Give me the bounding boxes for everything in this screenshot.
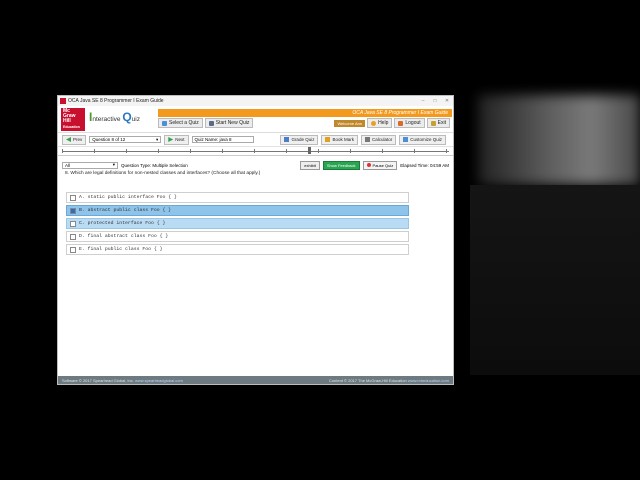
exit-icon xyxy=(430,120,436,126)
app-icon xyxy=(60,98,66,104)
mheducation-link[interactable]: www.mheducation.com xyxy=(408,378,449,383)
background-shadow xyxy=(470,185,640,375)
footer-left: Software © 2017 Spearhead Global, Inc. w… xyxy=(62,377,183,383)
book-mark-button[interactable]: Book Mark xyxy=(321,134,358,145)
help-icon xyxy=(371,120,377,126)
question-filter-select[interactable]: All ▾ xyxy=(62,161,118,169)
quiz-name-field: Quiz Name: java 8 xyxy=(191,136,254,143)
title-bar: OCA Java SE 8 Programmer I Exam Guide – … xyxy=(58,96,453,106)
help-button[interactable]: Help xyxy=(367,118,393,128)
logout-button[interactable]: Logout xyxy=(394,118,425,128)
exit-button[interactable]: Exit xyxy=(426,118,450,128)
answer-checkbox[interactable] xyxy=(70,220,76,227)
quiz-controls: Prev Question 8 of 12 ▾ Next Quiz Name: … xyxy=(58,133,453,147)
chevron-down-icon: ▾ xyxy=(156,136,159,142)
pause-quiz-button[interactable]: Pause Quiz xyxy=(362,160,398,170)
question-type: Question Type: Multiple Selection xyxy=(121,162,188,168)
header-nav: Select a Quiz Start New Quiz Welcome Ann… xyxy=(158,118,452,128)
pencil-icon xyxy=(208,120,214,126)
background-blur xyxy=(478,95,640,185)
answer-option-b[interactable]: B. abstract public class Foo { } xyxy=(66,205,409,216)
chevron-down-icon: ▾ xyxy=(112,162,115,167)
arrow-right-icon xyxy=(168,137,174,142)
maximize-icon[interactable]: □ xyxy=(429,98,441,104)
answer-checkbox[interactable] xyxy=(70,246,76,253)
customize-icon xyxy=(403,137,409,142)
question-select[interactable]: Question 8 of 12 ▾ xyxy=(89,136,162,143)
customize-quiz-button[interactable]: Customize Quiz xyxy=(399,134,446,145)
answer-option-a[interactable]: A. static public interface Foo { } xyxy=(66,192,409,203)
bookmark-icon xyxy=(325,137,331,142)
interactive-quiz-logo: Interactive Quiz xyxy=(89,110,140,124)
answer-checkbox-checked[interactable] xyxy=(70,207,76,214)
mcgraw-hill-logo: Mc Graw Hill Education xyxy=(61,108,85,131)
grade-icon xyxy=(284,137,290,142)
welcome-badge: Welcome Ann xyxy=(334,119,366,127)
close-icon[interactable]: ✕ xyxy=(441,98,453,104)
app-window: OCA Java SE 8 Programmer I Exam Guide – … xyxy=(57,95,454,385)
answer-option-e[interactable]: E. final public class Foo { } xyxy=(66,244,409,255)
next-button[interactable]: Next xyxy=(164,134,189,145)
app-header: Mc Graw Hill Education Interactive Quiz … xyxy=(58,106,453,133)
arrow-left-icon xyxy=(66,137,71,142)
slider-thumb[interactable] xyxy=(308,147,311,154)
prev-button[interactable]: Prev xyxy=(62,134,87,145)
answer-checkbox[interactable] xyxy=(70,194,76,201)
answer-option-c[interactable]: C. protected interface Foo { } xyxy=(66,218,409,229)
app-footer: Software © 2017 Spearhead Global, Inc. w… xyxy=(58,376,453,384)
elapsed-time: Elapsed Time: 04:59 AM xyxy=(400,162,449,168)
select-quiz-button[interactable]: Select a Quiz xyxy=(158,118,203,128)
calculator-button[interactable]: Calculator xyxy=(360,134,397,145)
grade-quiz-button[interactable]: Grade Quiz xyxy=(280,134,319,145)
answer-option-d[interactable]: D. final abstract class Foo { } xyxy=(66,231,409,242)
minimize-icon[interactable]: – xyxy=(417,98,429,104)
question-header: All ▾ Question Type: Multiple Selection … xyxy=(58,160,453,170)
calculator-icon xyxy=(364,137,370,142)
answer-list: A. static public interface Foo { } B. ab… xyxy=(66,192,409,257)
question-text: 8. Which are legal definitions for non-n… xyxy=(65,171,261,176)
answer-checkbox[interactable] xyxy=(70,233,76,240)
logout-icon xyxy=(398,120,404,126)
quiz-list-icon xyxy=(162,120,167,126)
show-feedback-button[interactable]: Show Feedback xyxy=(322,160,360,170)
pause-icon xyxy=(366,163,371,167)
exhibit-button[interactable]: exhibit xyxy=(300,160,320,170)
window-title: OCA Java SE 8 Programmer I Exam Guide xyxy=(68,98,164,104)
product-banner: OCA Java SE 8 Programmer I Exam Guide xyxy=(158,109,452,117)
question-progress-slider[interactable] xyxy=(58,147,453,156)
footer-right: Content © 2017 The McGraw-Hill Education… xyxy=(328,377,449,383)
spearhead-link[interactable]: www.spearheadglobal.com xyxy=(135,378,183,383)
start-new-quiz-button[interactable]: Start New Quiz xyxy=(204,118,254,128)
